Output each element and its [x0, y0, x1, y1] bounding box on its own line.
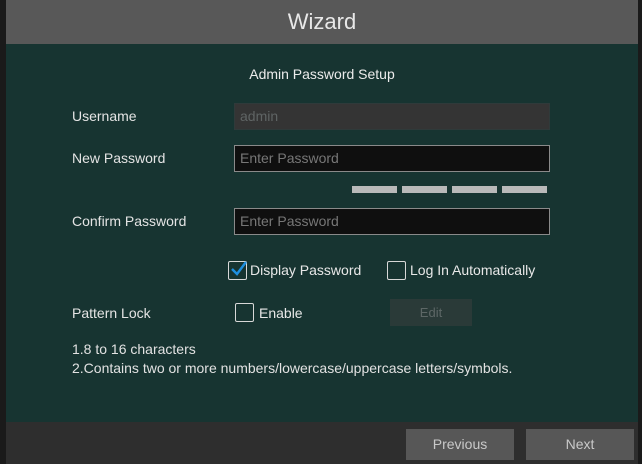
- content-panel: Admin Password Setup Username admin New …: [6, 44, 638, 422]
- strength-bar-3: [452, 186, 497, 193]
- edit-pattern-button: Edit: [390, 299, 472, 326]
- requirement-line-1: 1.8 to 16 characters: [72, 341, 196, 357]
- section-title: Admin Password Setup: [249, 66, 395, 82]
- display-password-label: Display Password: [250, 262, 362, 278]
- strength-bar-1: [352, 186, 397, 193]
- checkmark-icon: [231, 261, 247, 276]
- display-password-checkbox[interactable]: [228, 261, 247, 280]
- pattern-lock-label: Pattern Lock: [72, 305, 151, 321]
- strength-bar-2: [402, 186, 447, 193]
- window-title: Wizard: [6, 0, 638, 44]
- wizard-window: Wizard Admin Password Setup Username adm…: [6, 0, 638, 464]
- pattern-enable-label: Enable: [259, 305, 303, 321]
- auto-login-label: Log In Automatically: [410, 262, 536, 278]
- strength-bar-4: [502, 186, 547, 193]
- auto-login-checkbox[interactable]: [387, 261, 406, 280]
- pattern-enable-checkbox[interactable]: [235, 303, 254, 322]
- confirm-password-label: Confirm Password: [72, 213, 187, 229]
- footer-bar: Previous Next: [6, 422, 638, 464]
- username-label: Username: [72, 108, 137, 124]
- new-password-label: New Password: [72, 150, 166, 166]
- requirement-line-2: 2.Contains two or more numbers/lowercase…: [72, 360, 513, 376]
- confirm-password-field[interactable]: Enter Password: [234, 208, 550, 235]
- next-button[interactable]: Next: [526, 429, 634, 460]
- username-field: admin: [234, 103, 550, 130]
- new-password-field[interactable]: Enter Password: [234, 145, 550, 172]
- previous-button[interactable]: Previous: [406, 429, 514, 460]
